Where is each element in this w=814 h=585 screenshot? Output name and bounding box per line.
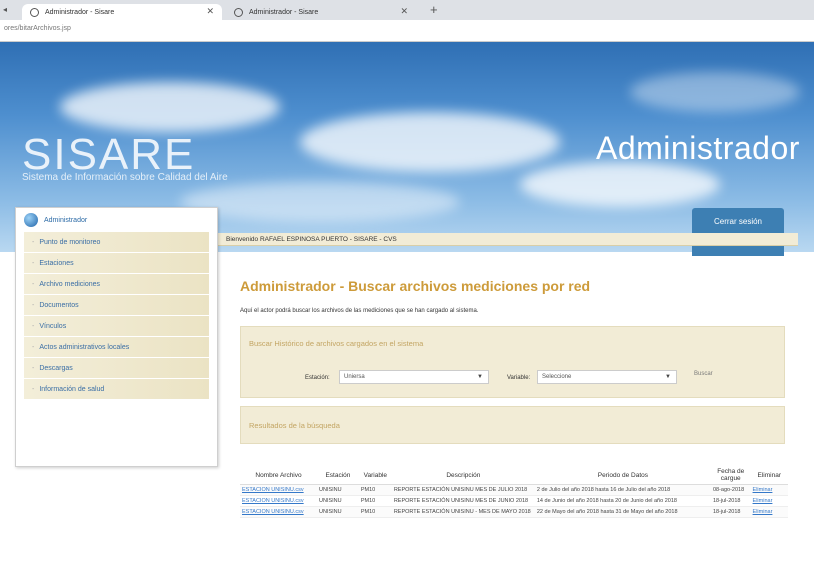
table-row: ESTACION UNISINU.csv UNISINU PM10 REPORT… bbox=[240, 484, 788, 496]
cloud-decoration bbox=[520, 162, 720, 207]
period-cell: 2 de Julio del año 2018 hasta 16 de Juli… bbox=[534, 484, 711, 496]
main-content: Administrador - Buscar archivos medicion… bbox=[226, 258, 798, 585]
station-select-value: Uniersa bbox=[344, 374, 365, 380]
station-cell: UNISINU bbox=[317, 506, 359, 518]
column-header: Nombre Archivo bbox=[240, 466, 318, 485]
sidebar-item-documentos[interactable]: - Documentos bbox=[24, 295, 209, 316]
sidebar-menu: Administrador - Punto de monitoreo - Estac… bbox=[15, 207, 218, 467]
file-link[interactable]: ESTACION UNISINU.csv bbox=[240, 506, 318, 518]
delete-link[interactable]: Eliminar bbox=[750, 495, 788, 507]
welcome-message: Bienvenido RAFAEL ESPINOSA PUERTO - SISA… bbox=[218, 233, 798, 246]
description-cell: REPORTE ESTACIÓN UNISINU MES DE JULIO 20… bbox=[391, 484, 535, 496]
logo-subtitle: Sistema de Información sobre Calidad del… bbox=[22, 172, 228, 183]
sidebar-item-label: Descargas bbox=[39, 364, 73, 372]
variable-select[interactable]: Seleccione ▼ bbox=[537, 370, 677, 384]
cloud-decoration bbox=[180, 182, 460, 222]
sidebar-item-estaciones[interactable]: - Estaciones bbox=[24, 253, 209, 274]
search-button[interactable]: Buscar bbox=[694, 371, 713, 377]
period-cell: 14 de Junio del año 2018 hasta 20 de Jun… bbox=[534, 495, 711, 507]
date-cell: 08-ago-2018 bbox=[710, 484, 751, 496]
sidebar-item-punto-monitoreo[interactable]: - Punto de monitoreo bbox=[24, 232, 209, 253]
column-header: Descripción bbox=[391, 466, 535, 485]
file-link[interactable]: ESTACION UNISINU.csv bbox=[240, 484, 318, 496]
chevron-down-icon: ▼ bbox=[477, 374, 483, 380]
sidebar-item-label: Actos administrativos locales bbox=[39, 343, 130, 351]
column-header: Eliminar bbox=[750, 466, 788, 485]
tab-title: Administrador - Sisare bbox=[45, 8, 115, 16]
sidebar-item-label: Información de salud bbox=[39, 385, 105, 393]
sidebar-item-label: Estaciones bbox=[39, 259, 74, 267]
column-header: Variable bbox=[358, 466, 392, 485]
file-link[interactable]: ESTACION UNISINU.csv bbox=[240, 495, 318, 507]
column-header: Fecha de cargue bbox=[710, 466, 751, 485]
variable-select-value: Seleccione bbox=[542, 374, 572, 380]
globe-icon bbox=[234, 7, 243, 17]
page-description: Aquí el actor podrá buscar los archivos … bbox=[240, 308, 479, 314]
variable-label: Variable: bbox=[507, 375, 531, 381]
user-globe-icon bbox=[24, 213, 38, 227]
browser-tab[interactable]: Administrador - Sisare ✕ bbox=[226, 4, 416, 20]
date-cell: 18-jul-2018 bbox=[710, 506, 751, 518]
results-panel: Resultados de la búsqueda bbox=[240, 406, 785, 444]
sidebar-item-label: Archivo mediciones bbox=[39, 280, 101, 288]
station-label: Estación: bbox=[305, 375, 330, 381]
column-header: Periodo de Datos bbox=[534, 466, 711, 485]
description-cell: REPORTE ESTACIÓN UNISINU MES DE JUNIO 20… bbox=[391, 495, 535, 507]
browser-tab-bar: ◂ Administrador - Sisare ✕ Administrador… bbox=[0, 0, 814, 20]
variable-cell: PM10 bbox=[358, 484, 392, 496]
close-tab-icon[interactable]: ✕ bbox=[400, 6, 408, 17]
delete-link[interactable]: Eliminar bbox=[750, 484, 788, 496]
sidebar-item-salud[interactable]: - Información de salud bbox=[24, 379, 209, 400]
sidebar-item-archivo-mediciones[interactable]: - Archivo mediciones bbox=[24, 274, 209, 295]
search-panel-title: Buscar Histórico de archivos cargados en… bbox=[249, 339, 424, 348]
date-cell: 18-jul-2018 bbox=[710, 495, 751, 507]
results-panel-title: Resultados de la búsqueda bbox=[249, 421, 340, 430]
sidebar-item-label: Vínculos bbox=[39, 322, 67, 330]
browser-tab-active[interactable]: Administrador - Sisare ✕ bbox=[22, 4, 222, 20]
globe-icon bbox=[30, 7, 39, 17]
station-cell: UNISINU bbox=[317, 495, 359, 507]
role-title: Administrador bbox=[596, 130, 800, 166]
logout-button[interactable]: Cerrar sesión bbox=[692, 208, 784, 234]
tab-title: Administrador - Sisare bbox=[249, 8, 319, 16]
variable-cell: PM10 bbox=[358, 495, 392, 507]
description-cell: REPORTE ESTACIÓN UNISINU - MES DE MAYO 2… bbox=[391, 506, 535, 518]
variable-cell: PM10 bbox=[358, 506, 392, 518]
sidebar-item-label: Documentos bbox=[39, 301, 79, 309]
back-icon[interactable]: ◂ bbox=[3, 5, 7, 14]
column-header: Estación bbox=[317, 466, 359, 485]
close-tab-icon[interactable]: ✕ bbox=[206, 6, 214, 17]
new-tab-button[interactable]: + bbox=[430, 2, 438, 17]
search-panel: Buscar Histórico de archivos cargados en… bbox=[240, 326, 785, 398]
sidebar-header: Administrador bbox=[16, 208, 217, 232]
cloud-decoration bbox=[300, 112, 560, 172]
address-bar[interactable]: ores/bitarArchivos.jsp bbox=[0, 20, 814, 42]
url-text: ores/bitarArchivos.jsp bbox=[4, 25, 71, 32]
period-cell: 22 de Mayo del año 2018 hasta 31 de Mayo… bbox=[534, 506, 711, 518]
sidebar-item-vinculos[interactable]: - Vínculos bbox=[24, 316, 209, 337]
cloud-decoration bbox=[60, 82, 280, 132]
station-cell: UNISINU bbox=[317, 484, 359, 496]
station-select[interactable]: Uniersa ▼ bbox=[339, 370, 489, 384]
chevron-down-icon: ▼ bbox=[665, 374, 671, 380]
table-row: ESTACION UNISINU.csv UNISINU PM10 REPORT… bbox=[240, 495, 788, 507]
results-table: Nombre Archivo Estación Variable Descrip… bbox=[240, 466, 788, 518]
delete-link[interactable]: Eliminar bbox=[750, 506, 788, 518]
cloud-decoration bbox=[630, 72, 800, 112]
table-header-row: Nombre Archivo Estación Variable Descrip… bbox=[240, 466, 788, 485]
sidebar-item-actos[interactable]: - Actos administrativos locales bbox=[24, 337, 209, 358]
header-strip bbox=[692, 246, 784, 256]
page-title: Administrador - Buscar archivos medicion… bbox=[240, 278, 591, 294]
sidebar-header-label: Administrador bbox=[44, 216, 88, 224]
sidebar-item-label: Punto de monitoreo bbox=[39, 238, 101, 246]
table-row: ESTACION UNISINU.csv UNISINU PM10 REPORT… bbox=[240, 506, 788, 518]
sidebar-item-descargas[interactable]: - Descargas bbox=[24, 358, 209, 379]
